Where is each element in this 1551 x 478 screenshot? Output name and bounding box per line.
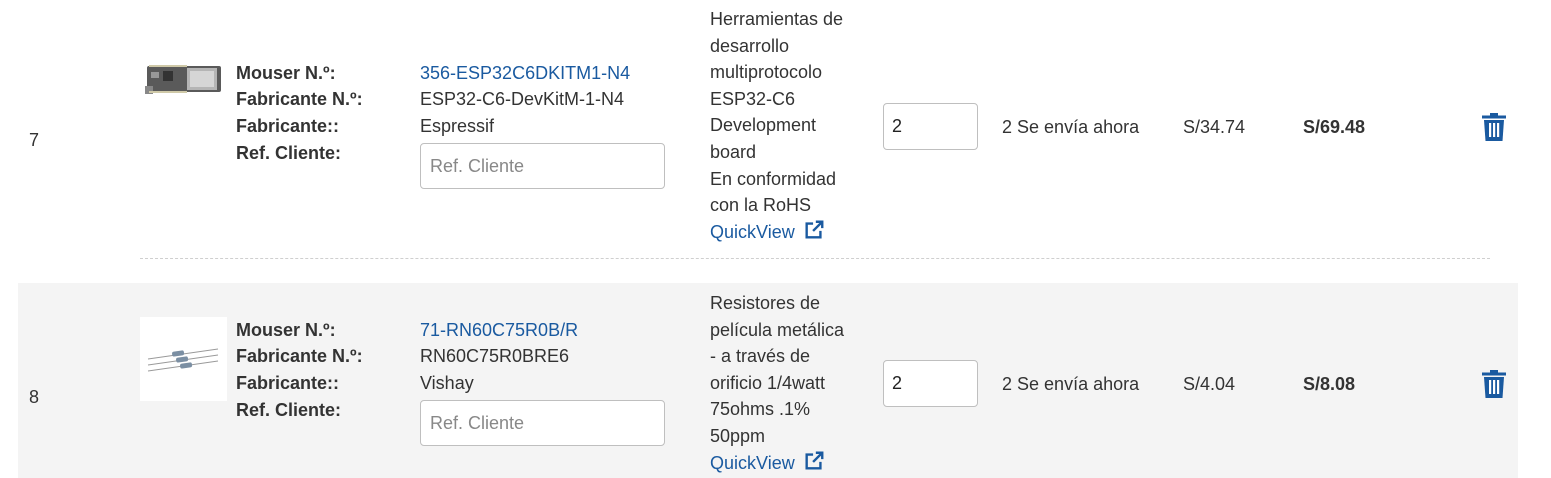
- availability: 2 Se envía ahora: [1002, 371, 1139, 398]
- description-line: ESP32-C6: [710, 88, 796, 109]
- quickview-link[interactable]: QuickView: [710, 450, 870, 477]
- description-line: desarrollo: [710, 35, 790, 56]
- product-description: Resistores de película metálica - a trav…: [710, 290, 870, 476]
- resistor-thumbnail-icon: [147, 348, 219, 372]
- manufacturer-name: Espressif: [420, 116, 495, 136]
- mouser-no-label: Mouser N.º:: [236, 320, 336, 340]
- ref-label: Ref. Cliente:: [236, 143, 342, 163]
- mfr-part-number: ESP32-C6-DevKitM-1-N4: [420, 89, 625, 109]
- ref-label: Ref. Cliente:: [236, 400, 342, 420]
- description-line: Development: [710, 115, 817, 136]
- customer-ref-input[interactable]: [420, 143, 665, 189]
- quickview-link[interactable]: QuickView: [710, 219, 870, 246]
- description-line: 50ppm: [710, 425, 766, 446]
- availability-text: Se envía ahora: [1017, 117, 1140, 137]
- availability-qty: 2: [1002, 374, 1013, 394]
- product-image[interactable]: [143, 62, 225, 98]
- description-line: película metálica: [710, 319, 845, 340]
- extended-price: S/8.08: [1303, 374, 1356, 394]
- unit-price: S/4.04: [1183, 374, 1236, 394]
- availability-qty: 2: [1002, 117, 1013, 137]
- description-line: board: [710, 141, 757, 162]
- mfr-label: Fabricante::: [236, 373, 340, 393]
- quantity-input[interactable]: [883, 103, 978, 150]
- trash-icon[interactable]: [1482, 370, 1506, 398]
- mfr-label: Fabricante::: [236, 116, 340, 136]
- external-link-icon: [805, 220, 824, 239]
- mfr-no-label: Fabricante N.º:: [236, 346, 363, 366]
- product-description: Herramientas de desarrollo multiprotocol…: [710, 6, 870, 245]
- quantity-input[interactable]: [883, 360, 978, 407]
- description-line: 75ohms .1%: [710, 399, 811, 420]
- extended-price: S/69.48: [1303, 117, 1366, 137]
- description-line: Resistores de: [710, 293, 821, 313]
- line-number: 8: [29, 387, 40, 407]
- row-divider: [140, 258, 1490, 259]
- manufacturer-name: Vishay: [420, 373, 474, 393]
- description-line: - a través de: [710, 346, 811, 367]
- line-number: 7: [29, 130, 40, 150]
- external-link-icon: [805, 451, 824, 470]
- description-line: orificio 1/4watt: [710, 372, 826, 393]
- quickview-label: QuickView: [710, 221, 795, 242]
- mfr-part-number: RN60C75R0BRE6: [420, 346, 570, 366]
- mouser-part-link[interactable]: 71-RN60C75R0B/R: [420, 317, 578, 344]
- quickview-label: QuickView: [710, 452, 795, 473]
- dev-board-thumbnail-icon: [145, 65, 221, 94]
- mouser-no-label: Mouser N.º:: [236, 63, 336, 83]
- description-line: Herramientas de: [710, 9, 844, 29]
- availability: 2 Se envía ahora: [1002, 114, 1139, 141]
- description-line: multiprotocolo: [710, 62, 823, 83]
- mouser-part-link[interactable]: 356-ESP32C6DKITM1-N4: [420, 60, 630, 87]
- mfr-no-label: Fabricante N.º:: [236, 89, 363, 109]
- description-line: con la RoHS: [710, 195, 812, 216]
- customer-ref-input[interactable]: [420, 400, 665, 446]
- description-line: En conformidad: [710, 168, 837, 189]
- trash-icon[interactable]: [1482, 113, 1506, 141]
- availability-text: Se envía ahora: [1017, 374, 1140, 394]
- unit-price: S/34.74: [1183, 117, 1246, 137]
- product-image[interactable]: [140, 317, 227, 401]
